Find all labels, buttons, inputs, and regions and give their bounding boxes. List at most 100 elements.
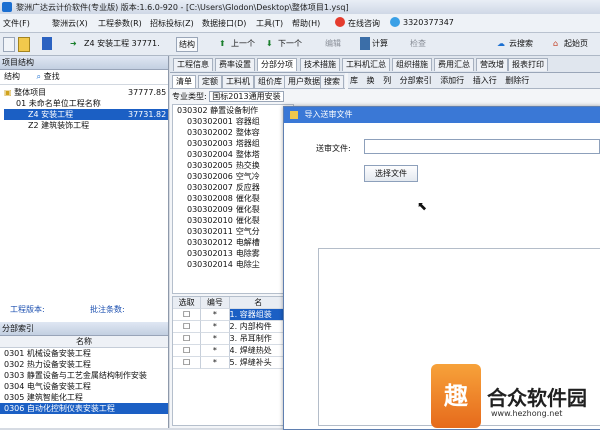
index-row[interactable]: 0301 机械设备安装工程 (0, 348, 168, 359)
tree-item[interactable]: 030302013 电除雾 (173, 248, 293, 259)
tree-item-code: 030302013 (187, 249, 233, 258)
index-row[interactable]: 0303 静置设备与工艺金属结构制作安装 (0, 370, 168, 381)
tab-project-info[interactable]: 工程信息 (173, 58, 213, 71)
tab-org-measures[interactable]: 组织措施 (392, 58, 432, 71)
tree-item[interactable]: 030302003 塔器组 (173, 138, 293, 149)
tab-rate-settings[interactable]: 费率设置 (215, 58, 255, 71)
find-tab[interactable]: 查找 (44, 72, 60, 81)
new-icon[interactable] (3, 37, 15, 52)
tree-item[interactable]: 030302014 电除尘 (173, 259, 293, 270)
tree-item[interactable]: 030302011 空气分 (173, 226, 293, 237)
tree-item[interactable]: 030302001 容器组 (173, 116, 293, 127)
folder-icon: ▣ (4, 88, 12, 97)
insert-row-button[interactable]: 插入行 (473, 76, 497, 85)
row-checkbox[interactable]: ☐ (173, 309, 202, 321)
check-button[interactable]: 检查 (410, 37, 426, 50)
add-row-button[interactable]: 添加行 (440, 76, 464, 85)
index-row[interactable]: 0304 电气设备安装工程 (0, 381, 168, 392)
replace-button[interactable]: 换 (367, 76, 375, 85)
edit-button[interactable]: 编辑 (325, 37, 341, 50)
grid-row[interactable]: ☐ * 5. 焊缝补头 (173, 357, 288, 369)
grid-header-select: 选取 (173, 297, 202, 309)
tree-item[interactable]: 030302009 催化裂 (173, 204, 293, 215)
grid-header-number: 编号 (201, 297, 230, 309)
sub-tabs: 清单 定额 工料机 组价库 用户数据 搜索 (170, 73, 345, 89)
tree-row-unit[interactable]: 01 未命名单位工程名称 (4, 98, 168, 109)
tree-item[interactable]: 030302006 空气冷 (173, 171, 293, 182)
index-row[interactable]: 0302 热力设备安装工程 (0, 359, 168, 370)
tree-item-code: 030302004 (187, 150, 233, 159)
menu-help[interactable]: 帮助(H) (292, 18, 320, 29)
subtab-list[interactable]: 清单 (172, 75, 196, 88)
home-icon: ⌂ (553, 39, 559, 48)
menu-project-params[interactable]: 工程参数(R) (98, 18, 142, 29)
calc-button[interactable]: 计算 (372, 37, 388, 50)
chat-icon (335, 17, 345, 27)
tab-vat[interactable]: 营改增 (476, 58, 508, 71)
tab-labor-material[interactable]: 工料机汇总 (342, 58, 390, 71)
index-row[interactable]: 0305 建筑智能化工程 (0, 392, 168, 403)
division-index-button[interactable]: 分部索引 (400, 76, 432, 85)
start-page-button[interactable]: 起始页 (564, 37, 588, 50)
choose-file-button[interactable]: 选择文件 (364, 165, 418, 182)
columns-button[interactable]: 列 (383, 76, 391, 85)
tree-row-decoration[interactable]: Z2 建筑装饰工程 (4, 120, 168, 131)
grid-row[interactable]: ☐ * 1. 容器组装 (173, 309, 288, 321)
online-consult[interactable]: 在线咨询 (348, 18, 380, 29)
subtab-search[interactable]: 搜索 (320, 75, 344, 88)
tree-item-code: 030302008 (187, 194, 233, 203)
subtab-user-data[interactable]: 用户数据 (284, 75, 324, 88)
tree-item[interactable]: 030302004 整体塔 (173, 149, 293, 160)
structure-tab[interactable]: 结构 (4, 72, 20, 81)
tab-division-items[interactable]: 分部分项 (257, 58, 297, 71)
tab-cost-summary[interactable]: 费用汇总 (434, 58, 474, 71)
division-index: 分部索引 名称 0301 机械设备安装工程 0302 热力设备安装工程 0303… (0, 322, 168, 414)
tree-row-install[interactable]: Z4 安装工程 37731.82 (4, 109, 168, 120)
tree-item[interactable]: 030302008 催化裂 (173, 193, 293, 204)
site-watermark: 趣 合众软件园 www.hezhong.net (431, 364, 600, 428)
menu-cloud[interactable]: 黎洲云(X) (52, 18, 88, 29)
subtab-pricing-lib[interactable]: 组价库 (254, 75, 286, 88)
grid-header: 选取 编号 名 (173, 297, 288, 309)
row-number: * (201, 309, 230, 321)
library-button[interactable]: 库 (350, 76, 358, 85)
watermark-badge: 趣 (431, 364, 481, 428)
prev-button[interactable]: 上一个 (231, 37, 255, 50)
menu-file[interactable]: 文件(F) (3, 18, 30, 29)
open-folder-icon[interactable] (18, 37, 30, 52)
row-checkbox[interactable]: ☐ (173, 357, 202, 369)
tree-item[interactable]: 030302002 整体容 (173, 127, 293, 138)
cloud-search-icon: ☁ (497, 39, 505, 48)
menu-tools[interactable]: 工具(T) (256, 18, 283, 29)
subtab-labor[interactable]: 工料机 (222, 75, 254, 88)
prof-type-select[interactable]: 国标2013通用安装 (209, 91, 284, 102)
save-icon[interactable] (42, 37, 52, 50)
cloud-search-button[interactable]: 云搜索 (509, 37, 533, 50)
qq-number[interactable]: 3320377347 (403, 18, 454, 27)
index-row-selected[interactable]: 0306 自动化控制仪表安装工程 (0, 403, 168, 414)
grid-row[interactable]: ☐ * 4. 焊缝热处 (173, 345, 288, 357)
menu-bidding[interactable]: 招标投标(Z) (150, 18, 194, 29)
tree-item[interactable]: 030302005 热交换 (173, 160, 293, 171)
tab-report-print[interactable]: 报表打印 (508, 58, 548, 71)
delete-row-button[interactable]: 删除行 (505, 76, 529, 85)
tab-tech-measures[interactable]: 技术措施 (300, 58, 340, 71)
main-tabs: 工程信息 费率设置 分部分项 技术措施 工料机汇总 组织措施 费用汇总 营改增 … (170, 56, 600, 73)
next-button[interactable]: 下一个 (278, 37, 302, 50)
tree-row-root[interactable]: ▣ 整体项目 37777.85 (4, 87, 168, 98)
row-checkbox[interactable]: ☐ (173, 321, 202, 333)
menu-data-interface[interactable]: 数据接口(D) (202, 18, 246, 29)
review-file-input[interactable] (364, 139, 600, 154)
watermark-url: www.hezhong.net (491, 409, 563, 418)
grid-row[interactable]: ☐ * 2. 内部构件 (173, 321, 288, 333)
row-checkbox[interactable]: ☐ (173, 345, 202, 357)
pane-title: 项目结构 (0, 56, 168, 70)
tree-item[interactable]: 030302012 电解槽 (173, 237, 293, 248)
tree-item[interactable]: 030302007 反应器 (173, 182, 293, 193)
tree-item[interactable]: 030302010 催化裂 (173, 215, 293, 226)
subtab-quota[interactable]: 定额 (198, 75, 222, 88)
structure-button[interactable]: 结构 (176, 37, 198, 52)
grid-row[interactable]: ☐ * 3. 吊耳制作 (173, 333, 288, 345)
row-checkbox[interactable]: ☐ (173, 333, 202, 345)
tree-parent[interactable]: 030302 静置设备制作 (173, 105, 293, 116)
